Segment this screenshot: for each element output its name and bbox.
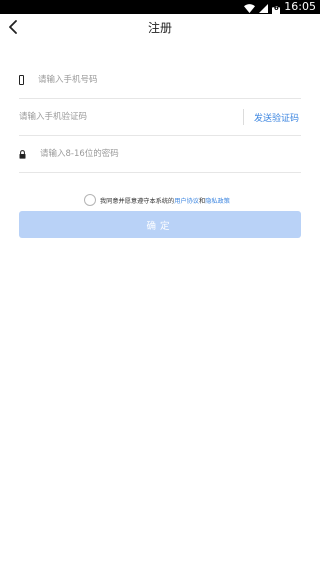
agreement-text: 我同意并愿意遵守本系统的用户协议和隐私政策 [100,196,230,205]
agreement-prefix: 我同意并愿意遵守本系统的 [100,197,175,205]
page-title: 注册 [147,21,172,35]
agreement-checkbox[interactable] [84,194,96,206]
divider [242,109,244,125]
password-row [19,136,301,173]
battery-icon: 6 [272,2,281,17]
lock-icon [19,149,37,159]
verification-code-input[interactable] [19,107,243,127]
status-time: 16:05 [284,0,316,13]
phone-input[interactable] [37,70,301,90]
send-code-button[interactable]: 发送验证码 [254,111,299,124]
phone-icon [19,75,37,85]
status-bar: 6 16:05 [0,0,320,17]
phone-row [19,62,301,99]
confirm-button[interactable]: 确定 [19,211,301,238]
code-row: 发送验证码 [19,99,301,136]
password-input[interactable] [37,144,301,164]
nav-bar: 注册 [0,14,320,42]
status-icons: 6 16:05 [244,0,316,17]
user-agreement-link[interactable]: 用户协议 [174,198,199,205]
agreement-row: 我同意并愿意遵守本系统的用户协议和隐私政策 [84,194,230,206]
privacy-policy-link[interactable]: 隐私政策 [205,198,230,205]
register-form: 发送验证码 [19,62,301,173]
battery-level: 6 [273,3,279,12]
